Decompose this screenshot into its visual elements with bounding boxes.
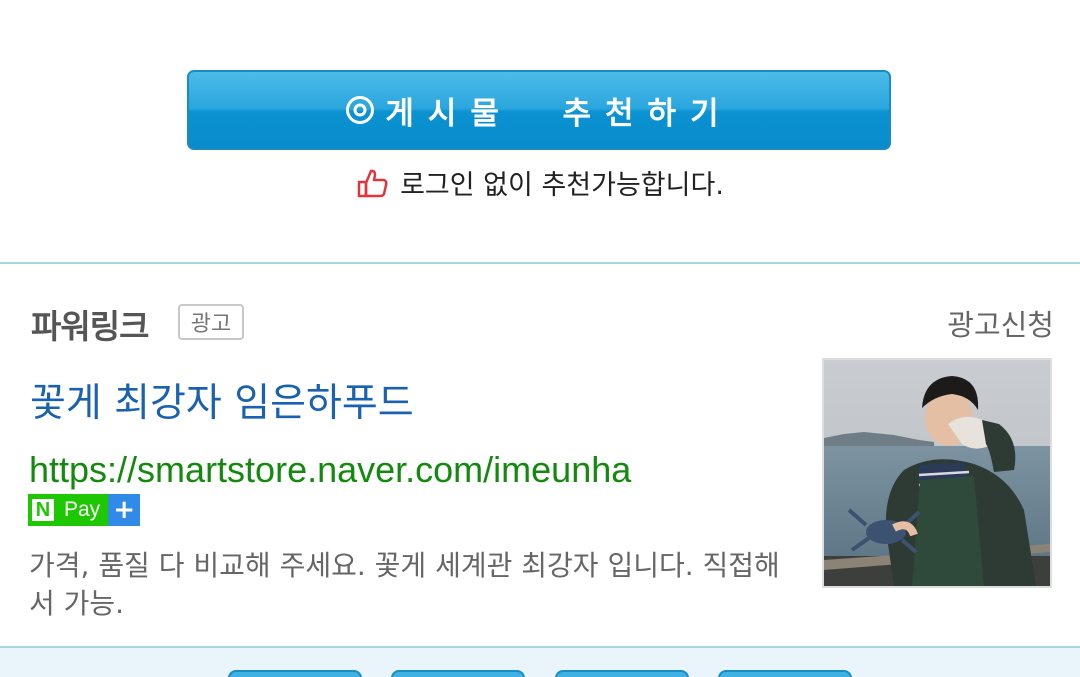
- login-free-note: 로그인 없이 추천가능합니다.: [0, 163, 1080, 202]
- bottom-button-2[interactable]: [391, 670, 525, 677]
- bottom-button-4[interactable]: [718, 670, 852, 677]
- page: 게시물 추천하기 로그인 없이 추천가능합니다. 파워링크 광고 광고신청 꽃게…: [0, 0, 1080, 677]
- ad-title-link[interactable]: 꽃게 최강자 임은하푸드: [30, 372, 414, 428]
- recommend-post-button[interactable]: 게시물 추천하기: [187, 70, 891, 150]
- npay-n-letter: N: [32, 499, 54, 521]
- ad-url-link[interactable]: https://smartstore.naver.com/imeunha: [29, 449, 631, 491]
- bottom-button-3[interactable]: [555, 670, 689, 677]
- npay-pay-label: Pay: [58, 494, 109, 526]
- thumbs-up-icon: [357, 169, 388, 197]
- recommend-button-label: 게시물 추천하기: [385, 95, 733, 132]
- ad-apply-link[interactable]: 광고신청: [947, 302, 1054, 344]
- powerlink-title: 파워링크: [31, 307, 149, 346]
- bottom-button-1[interactable]: [228, 670, 362, 677]
- ad-thumbnail-image[interactable]: [822, 358, 1052, 588]
- ad-description: 가격, 품질 다 비교해 주세요. 꽃게 세계관 최강자 입니다. 직접해서 가…: [29, 549, 780, 620]
- section-divider: [0, 262, 1080, 264]
- npay-n-logo: N: [28, 494, 58, 526]
- npay-plus-icon: +: [108, 494, 141, 526]
- target-circle-icon: [346, 96, 375, 124]
- login-note-text: 로그인 없이 추천가능합니다.: [400, 170, 724, 201]
- ad-thumbnail-illustration: [824, 360, 1050, 586]
- npay-badge: N Pay +: [28, 494, 141, 526]
- bottom-toolbar: [0, 648, 1080, 677]
- ad-badge: 광고: [178, 304, 244, 340]
